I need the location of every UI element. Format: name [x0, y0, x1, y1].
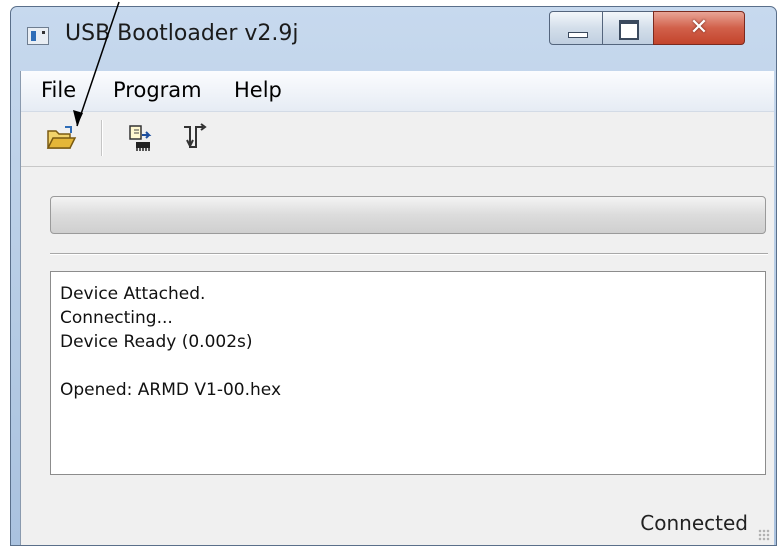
app-window: USB Bootloader v2.9j ✕ File Program Help: [10, 6, 777, 546]
menu-bar: File Program Help: [21, 71, 774, 112]
divider: [50, 253, 768, 255]
program-device-icon: [129, 125, 152, 151]
log-line: Connecting...: [60, 308, 173, 328]
menu-program[interactable]: Program: [113, 78, 202, 102]
log-output[interactable]: Device Attached. Connecting... Device Re…: [50, 271, 766, 475]
status-text: Connected: [640, 511, 748, 535]
title-bar[interactable]: USB Bootloader v2.9j ✕: [11, 7, 776, 69]
log-line: Device Ready (0.002s): [60, 332, 253, 352]
client-area: File Program Help Device Attached. Conne…: [20, 71, 774, 545]
progress-bar: [50, 196, 766, 234]
open-folder-icon: [46, 126, 77, 149]
maximize-button[interactable]: [602, 11, 654, 45]
menu-file[interactable]: File: [41, 78, 76, 102]
open-file-button[interactable]: [45, 122, 77, 154]
toolbar-separator: [101, 120, 103, 156]
log-line: Opened: ARMD V1-00.hex: [60, 380, 281, 400]
minimize-button[interactable]: [549, 11, 603, 45]
toolbar: [21, 112, 774, 167]
program-device-button[interactable]: [125, 122, 157, 154]
reset-device-button[interactable]: [179, 122, 211, 154]
log-line: Device Attached.: [60, 284, 206, 304]
resize-grip[interactable]: [758, 529, 770, 541]
minimize-icon: [568, 32, 588, 38]
maximize-icon: [619, 20, 639, 40]
close-button[interactable]: ✕: [653, 11, 745, 45]
reset-device-icon: [184, 123, 207, 149]
close-icon: ✕: [689, 15, 709, 40]
app-icon[interactable]: [27, 27, 49, 45]
menu-help[interactable]: Help: [234, 78, 282, 102]
window-title: USB Bootloader v2.9j: [65, 21, 299, 46]
